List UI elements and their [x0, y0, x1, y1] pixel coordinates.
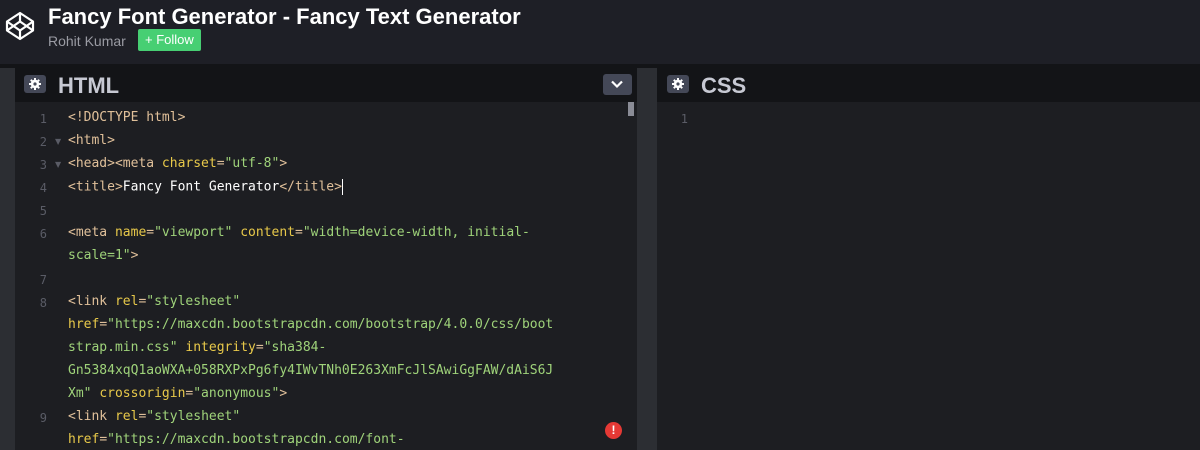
line-number: 7	[39, 273, 47, 287]
code-line[interactable]: href="https://maxcdn.bootstrapcdn.com/fo…	[68, 432, 405, 447]
line-number: 8	[39, 296, 47, 310]
code-line[interactable]: <link rel="stylesheet"	[68, 409, 240, 424]
pen-title: Fancy Font Generator - Fancy Text Genera…	[48, 4, 521, 29]
line-number: 4	[39, 181, 47, 195]
panel-resize-handle[interactable]	[637, 68, 657, 450]
css-panel-header: CSS	[657, 68, 1200, 102]
line-number: 5	[39, 204, 47, 218]
code-line[interactable]: scale=1">	[68, 248, 138, 263]
fold-arrow-icon[interactable]: ▼	[55, 137, 61, 146]
code-line[interactable]: strap.min.css" integrity="sha384-	[68, 340, 326, 355]
code-line[interactable]: Xm" crossorigin="anonymous">	[68, 386, 287, 401]
line-number: 9	[39, 411, 47, 425]
html-panel-title: HTML	[58, 73, 120, 98]
html-panel-header: HTML	[0, 68, 637, 102]
code-line[interactable]: <head><meta charset="utf-8">	[68, 156, 287, 171]
code-line[interactable]: <meta name="viewport" content="width=dev…	[68, 225, 530, 240]
css-code-editor[interactable]: 1	[657, 102, 1200, 450]
editor-scrollbar[interactable]	[628, 102, 634, 116]
author-name[interactable]: Rohit Kumar	[48, 33, 126, 49]
left-resize-handle[interactable]	[0, 68, 15, 450]
line-number: 3	[39, 158, 47, 172]
code-line[interactable]: href="https://maxcdn.bootstrapcdn.com/bo…	[68, 317, 553, 332]
css-panel-title: CSS	[701, 73, 747, 98]
text-cursor	[341, 179, 343, 195]
chevron-down-icon[interactable]	[603, 74, 632, 95]
html-code-editor[interactable]: 1 <!DOCTYPE html> 2 ▼ <html> 3 ▼ <head><meta ch…	[15, 102, 637, 450]
line-number: 6	[39, 227, 47, 241]
code-line[interactable]: <!DOCTYPE html>	[68, 110, 185, 125]
code-line[interactable]: <link rel="stylesheet"	[68, 294, 240, 309]
code-line[interactable]: <html>	[68, 133, 115, 148]
html-settings-gear-icon[interactable]	[24, 75, 46, 93]
top-bar: Fancy Font Generator - Fancy Text Genera…	[0, 0, 1200, 64]
error-icon[interactable]: !	[605, 422, 622, 439]
follow-button[interactable]: + Follow	[138, 29, 201, 51]
code-line[interactable]: Gn5384xqQ1aoWXA+058RXPxPg6fy4IWvTNh0E263…	[68, 363, 553, 378]
line-number: 1	[39, 112, 47, 126]
line-number: 1	[680, 112, 688, 126]
css-settings-gear-icon[interactable]	[667, 75, 689, 93]
codepen-logo-icon[interactable]	[4, 10, 36, 42]
line-number: 2	[39, 135, 47, 149]
fold-arrow-icon[interactable]: ▼	[55, 160, 61, 169]
code-line[interactable]: <title>Fancy Font Generator</title>	[68, 179, 343, 195]
